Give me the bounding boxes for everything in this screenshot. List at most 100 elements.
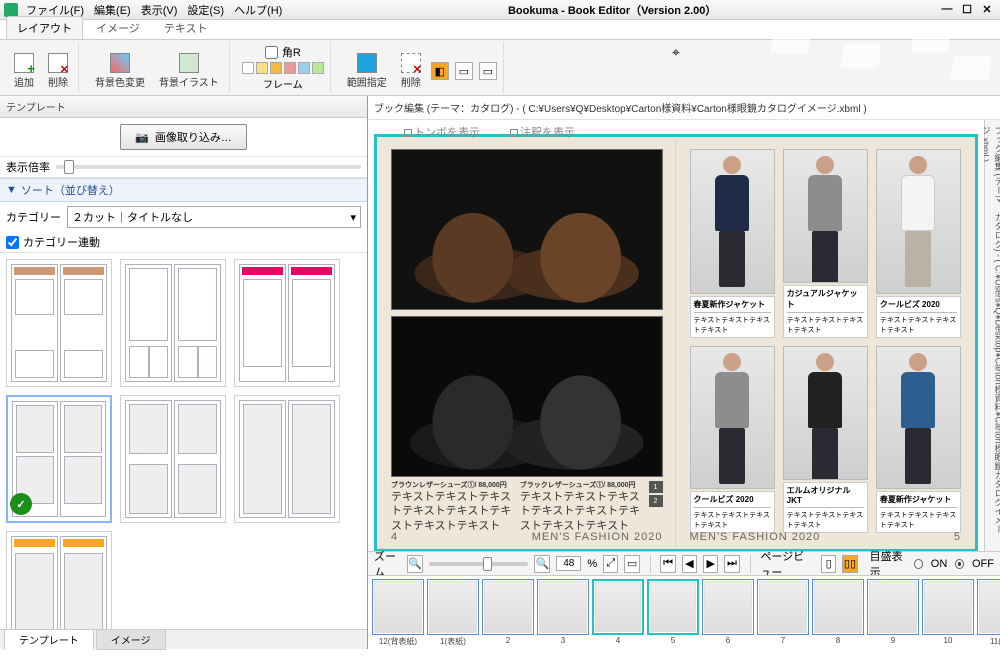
sort-label: ソート（並び替え）	[21, 182, 120, 198]
category-label: カテゴリー	[6, 209, 61, 225]
photo-shoes-2[interactable]	[391, 316, 663, 477]
zoom-bar: ズーム 🔍 🔍 48 % ⤢ ▭ ⏮ ◀ ▶ ⏭ ページビュー ▯ ▯▯ 目盛表…	[368, 551, 1000, 575]
template-item[interactable]: ✓	[6, 395, 112, 523]
left-panel: テンプレート 📷 画像取り込み… 表示倍率 ▼ ソート（並び替え） カテゴリー …	[0, 96, 368, 649]
maximize-button[interactable]: ☐	[958, 3, 976, 16]
page-thumb[interactable]: 8	[812, 579, 864, 645]
product-item[interactable]: クールビズ 2020テキストテキストテキストテキスト	[690, 346, 775, 533]
page-thumb[interactable]: 11(裏3)	[977, 579, 1000, 647]
bgcolor-button[interactable]: 背景色変更	[91, 51, 149, 91]
template-zoom-slider[interactable]	[56, 165, 361, 169]
sort-row[interactable]: ▼ ソート（並び替え）	[0, 178, 367, 202]
side-tab[interactable]: ブック編集 (テーマ：カタログ) - ( C:¥Users¥Q¥Desktop¥…	[984, 120, 1000, 551]
zoom-slider[interactable]	[429, 562, 529, 566]
page-thumb[interactable]: 1(表紙)	[427, 579, 479, 647]
template-item[interactable]	[6, 531, 112, 629]
template-panel-title: テンプレート	[0, 96, 367, 118]
template-item[interactable]	[234, 395, 340, 523]
grid-off-radio[interactable]	[955, 559, 964, 569]
tab-image[interactable]: イメージ	[85, 16, 151, 39]
canvas[interactable]: トンボを表示注釈を表示	[368, 120, 984, 551]
template-item[interactable]	[6, 259, 112, 387]
single-page-button[interactable]: ▯	[821, 555, 836, 573]
page-thumb[interactable]: 5	[647, 579, 699, 645]
tab-text[interactable]: テキスト	[153, 16, 219, 39]
left-bottom-tabs: テンプレート イメージ	[0, 629, 367, 649]
chevron-down-icon: ▾	[350, 211, 356, 224]
window-title: Bookuma - Book Editor（Version 2.00）	[286, 2, 938, 18]
app-icon	[4, 3, 18, 17]
corner-r-label: 角R	[282, 44, 301, 60]
page-thumb[interactable]: 10	[922, 579, 974, 645]
spread-page-button[interactable]: ▯▯	[842, 555, 857, 573]
last-page-button[interactable]: ⏭	[724, 555, 739, 573]
grid-on-radio[interactable]	[914, 559, 923, 569]
window-buttons: — ☐ ✕	[938, 3, 996, 16]
page-right[interactable]: 春夏新作ジャケットテキストテキストテキストテキストカジュアルジャケットテキストテ…	[678, 139, 974, 547]
page-thumb[interactable]: 9	[867, 579, 919, 645]
template-item[interactable]	[234, 259, 340, 387]
page-footer-right: MEN'S FASHION 2020	[690, 531, 821, 543]
prev-page-button[interactable]: ◀	[682, 555, 697, 573]
bgillust-button[interactable]: 背景イラスト	[155, 51, 223, 91]
frame-group-label: フレーム	[263, 76, 303, 91]
zoom-pct: %	[587, 558, 597, 570]
photo-shoes-1[interactable]	[391, 149, 663, 310]
range-button[interactable]: 範囲指定	[343, 51, 391, 91]
next-page-button[interactable]: ▶	[703, 555, 718, 573]
product-item[interactable]: クールビズ 2020テキストテキストテキストテキスト	[876, 149, 961, 338]
menu-help[interactable]: ヘルプ(H)	[230, 0, 286, 20]
caption-1: ブラウンレザーシューズ①/ 88,000円テキストテキストテキストテキストテキス…	[391, 481, 514, 533]
close-button[interactable]: ✕	[978, 3, 996, 16]
page-spread[interactable]: ブラウンレザーシューズ①/ 88,000円テキストテキストテキストテキストテキス…	[374, 134, 978, 551]
tab-layout[interactable]: レイアウト	[6, 16, 83, 39]
category-link-label: カテゴリー連動	[23, 234, 100, 250]
mode-btn-2[interactable]: ▭	[455, 62, 473, 80]
page-thumb[interactable]: 7	[757, 579, 809, 645]
page-thumb[interactable]: 4	[592, 579, 644, 645]
zoom-value[interactable]: 48	[556, 556, 581, 571]
corner-r-checkbox[interactable]	[265, 46, 278, 59]
num-badges: 12	[649, 481, 663, 507]
page-thumbstrip: 12(背表紙)1(表紙)234567891011(裏3)	[368, 575, 1000, 649]
zoom-label: 表示倍率	[6, 159, 50, 175]
caption-2: ブラックレザーシューズ①/ 88,000円テキストテキストテキストテキストテキス…	[520, 481, 643, 533]
product-item[interactable]: 春夏新作ジャケットテキストテキストテキストテキスト	[690, 149, 775, 338]
category-link-checkbox[interactable]	[6, 236, 19, 249]
page-thumb[interactable]: 6	[702, 579, 754, 645]
page-thumb[interactable]: 3	[537, 579, 589, 645]
document-path: ブック編集 (テーマ：カタログ) - ( C:¥Users¥Q¥Desktop¥…	[368, 96, 1000, 120]
template-grid: ✓	[0, 252, 367, 629]
editor-pane: ブック編集 (テーマ：カタログ) - ( C:¥Users¥Q¥Desktop¥…	[368, 96, 1000, 649]
mode-btn-3[interactable]: ▭	[479, 62, 497, 80]
color-swatches[interactable]	[242, 62, 324, 74]
product-item[interactable]: エルムオリジナル JKTテキストテキストテキストテキスト	[783, 346, 868, 533]
tab-image2[interactable]: イメージ	[96, 629, 166, 650]
marks-row: トンボを表示注釈を表示	[374, 124, 978, 134]
page-footer-left: MEN'S FASHION 2020	[532, 531, 663, 543]
minimize-button[interactable]: —	[938, 3, 956, 16]
import-image-button[interactable]: 📷 画像取り込み…	[120, 124, 247, 150]
check-icon: ✓	[10, 493, 32, 515]
fit-width-button[interactable]: ⤢	[603, 555, 618, 573]
delete2-button[interactable]: 削除	[397, 51, 425, 91]
category-select[interactable]: ２カット｜タイトルなし▾	[67, 206, 361, 228]
tab-template[interactable]: テンプレート	[4, 629, 94, 650]
mode-btn-1[interactable]: ◧	[431, 62, 449, 80]
template-item[interactable]	[120, 395, 226, 523]
delete-button[interactable]: 削除	[44, 51, 72, 91]
product-item[interactable]: カジュアルジャケットテキストテキストテキストテキスト	[783, 149, 868, 338]
first-page-button[interactable]: ⏮	[660, 555, 675, 573]
zoom-in-button[interactable]: 🔍	[534, 555, 550, 573]
page-number-right: 5	[954, 531, 961, 543]
page-left[interactable]: ブラウンレザーシューズ①/ 88,000円テキストテキストテキストテキストテキス…	[379, 139, 676, 547]
fit-page-button[interactable]: ▭	[624, 555, 639, 573]
zoom-out-button[interactable]: 🔍	[407, 555, 423, 573]
add-button[interactable]: 追加	[10, 51, 38, 91]
product-item[interactable]: 春夏新作ジャケットテキストテキストテキストテキスト	[876, 346, 961, 533]
page-thumb[interactable]: 2	[482, 579, 534, 645]
page-number-left: 4	[391, 531, 398, 543]
page-thumb[interactable]: 12(背表紙)	[372, 579, 424, 647]
import-label: 画像取り込み…	[155, 129, 232, 145]
template-item[interactable]	[120, 259, 226, 387]
